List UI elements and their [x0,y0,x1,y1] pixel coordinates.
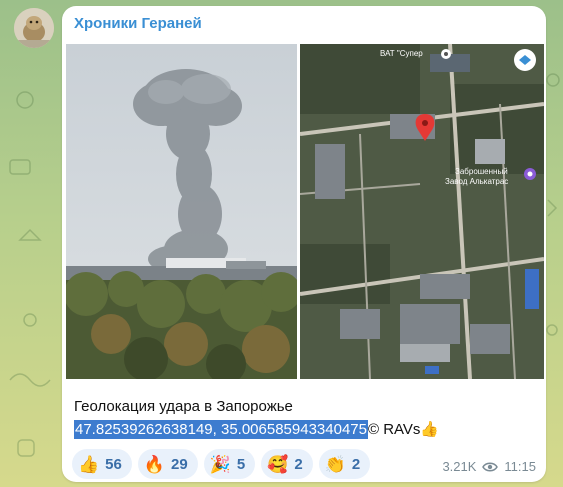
message-bubble: Хроники Гераней ВАТ "Супер Заброшенный З… [62,6,546,482]
channel-name[interactable]: Хроники Гераней [74,15,202,32]
coordinates-selection[interactable]: 47.82539262638149, 35.006585943340475 [74,420,368,439]
reaction-count: 2 [294,455,303,473]
reaction-party[interactable]: 🎉 5 [203,449,256,479]
map-label-mid-1: Заброшенный [455,167,508,176]
channel-avatar[interactable] [14,8,54,48]
party-popper-icon: 🎉 [209,454,231,474]
photo-smoke[interactable] [66,44,297,379]
reaction-count: 29 [171,455,188,473]
reaction-fire[interactable]: 🔥 29 [137,449,198,479]
photo-satellite-map[interactable]: ВАТ "Супер Заброшенный Завод Алькатрас [300,44,544,379]
reaction-count: 56 [105,455,122,473]
reaction-count: 2 [351,455,361,473]
caption-title: Геолокация удара в Запорожье [74,398,293,415]
smiling-hearts-icon: 🥰 [267,454,289,474]
reactions-bar: 👍 56 🔥 29 🎉 5 🥰 2 👏 2 [72,449,371,479]
map-label-top: ВАТ "Супер [380,49,423,58]
reaction-clap[interactable]: 👏 2 [318,449,371,479]
view-count: 3.21K [442,459,477,474]
message-time: 11:15 [504,459,536,474]
reaction-thumbs-up[interactable]: 👍 56 [72,449,132,479]
reaction-count: 5 [236,455,246,473]
thumbs-up-icon: 👍 [78,454,100,474]
map-label-mid-2: Завод Алькатрас [445,177,508,186]
avatar-icon [14,8,54,48]
fire-icon: 🔥 [143,454,166,474]
media-album: ВАТ "Супер Заброшенный Завод Алькатрас [66,44,544,379]
message-meta: 3.21K 11:15 [442,459,536,474]
eye-icon [482,462,499,471]
clapping-hands-icon: 👏 [324,454,346,474]
reaction-love[interactable]: 🥰 2 [261,449,313,479]
caption-signature: © RAVs👍 [367,421,440,438]
message-caption: Геолокация удара в Запорожье 47.82539262… [74,395,534,441]
